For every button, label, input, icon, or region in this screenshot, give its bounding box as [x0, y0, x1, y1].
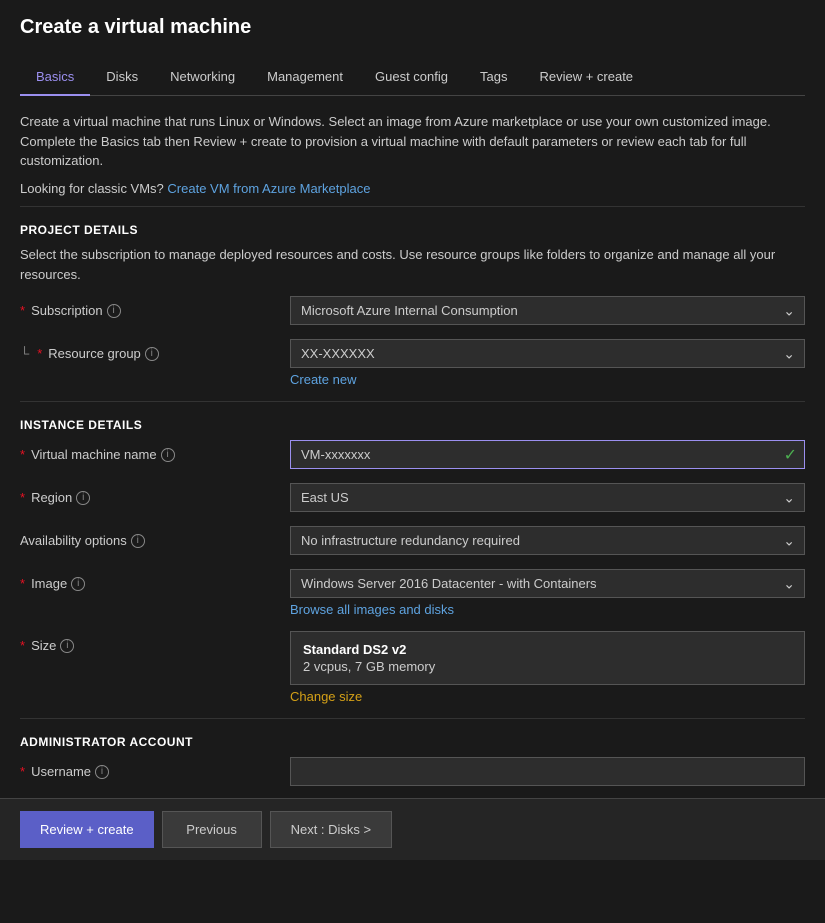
image-select[interactable]: Windows Server 2016 Datacenter - with Co… [290, 569, 805, 598]
vm-name-row: * Virtual machine name i ✓ [20, 440, 805, 469]
create-new-resource-group-link[interactable]: Create new [290, 372, 356, 387]
subscription-select[interactable]: Microsoft Azure Internal Consumption [290, 296, 805, 325]
resource-group-select[interactable]: XX-XXXXXX [290, 339, 805, 368]
image-info-icon[interactable]: i [71, 577, 85, 591]
username-info-icon[interactable]: i [95, 765, 109, 779]
resource-group-label-area: └ * Resource group i [20, 339, 290, 361]
footer-bar: Review + create Previous Next : Disks > [0, 798, 825, 860]
size-info-icon[interactable]: i [60, 639, 74, 653]
vm-name-wrapper: ✓ [290, 440, 805, 469]
availability-options-control: No infrastructure redundancy required Av… [290, 526, 805, 555]
next-disks-button[interactable]: Next : Disks > [270, 811, 393, 848]
tabs-bar: Basics Disks Networking Management Guest… [20, 59, 805, 96]
username-row: * Username i [20, 757, 805, 786]
subscription-select-wrapper: Microsoft Azure Internal Consumption [290, 296, 805, 325]
vm-name-info-icon[interactable]: i [161, 448, 175, 462]
size-details: 2 vcpus, 7 GB memory [303, 659, 792, 674]
image-select-wrapper: Windows Server 2016 Datacenter - with Co… [290, 569, 805, 598]
tab-networking[interactable]: Networking [154, 59, 251, 96]
browse-images-link[interactable]: Browse all images and disks [290, 602, 805, 617]
username-input[interactable] [290, 757, 805, 786]
project-details-header: PROJECT DETAILS [20, 223, 805, 237]
tab-guest-config[interactable]: Guest config [359, 59, 464, 96]
size-row: * Size i Standard DS2 v2 2 vcpus, 7 GB m… [20, 631, 805, 704]
project-details-desc: Select the subscription to manage deploy… [20, 245, 805, 284]
change-size-link[interactable]: Change size [290, 689, 362, 704]
size-info-box: Standard DS2 v2 2 vcpus, 7 GB memory [290, 631, 805, 685]
subscription-info-icon[interactable]: i [107, 304, 121, 318]
resource-group-control: XX-XXXXXX Create new [290, 339, 805, 387]
resource-group-select-wrapper: XX-XXXXXX [290, 339, 805, 368]
tab-management[interactable]: Management [251, 59, 359, 96]
size-label: * Size i [20, 631, 290, 653]
size-control: Standard DS2 v2 2 vcpus, 7 GB memory Cha… [290, 631, 805, 704]
availability-options-select-wrapper: No infrastructure redundancy required Av… [290, 526, 805, 555]
region-info-icon[interactable]: i [76, 491, 90, 505]
availability-options-row: Availability options i No infrastructure… [20, 526, 805, 555]
image-control: Windows Server 2016 Datacenter - with Co… [290, 569, 805, 617]
region-row: * Region i East US East US 2 West US Wes… [20, 483, 805, 512]
vm-name-input[interactable] [290, 440, 805, 469]
username-label: * Username i [20, 757, 290, 779]
admin-account-header: ADMINISTRATOR ACCOUNT [20, 735, 805, 749]
region-label: * Region i [20, 483, 290, 505]
resource-group-info-icon[interactable]: i [145, 347, 159, 361]
page-title: Create a virtual machine [20, 16, 805, 39]
subscription-row: * Subscription i Microsoft Azure Interna… [20, 296, 805, 325]
subscription-control: Microsoft Azure Internal Consumption [290, 296, 805, 325]
tab-tags[interactable]: Tags [464, 59, 523, 96]
region-select[interactable]: East US East US 2 West US West Europe [290, 483, 805, 512]
description-text: Create a virtual machine that runs Linux… [20, 112, 805, 171]
availability-options-select[interactable]: No infrastructure redundancy required Av… [290, 526, 805, 555]
image-row: * Image i Windows Server 2016 Datacenter… [20, 569, 805, 617]
image-label: * Image i [20, 569, 290, 591]
classic-vms-text: Looking for classic VMs? Create VM from … [20, 179, 805, 199]
subscription-label: * Subscription i [20, 296, 290, 318]
vm-name-valid-icon: ✓ [784, 445, 797, 465]
previous-button[interactable]: Previous [162, 811, 262, 848]
username-control [290, 757, 805, 786]
instance-details-header: INSTANCE DETAILS [20, 418, 805, 432]
vm-name-label: * Virtual machine name i [20, 440, 290, 462]
size-name: Standard DS2 v2 [303, 642, 792, 657]
create-vm-marketplace-link[interactable]: Create VM from Azure Marketplace [167, 181, 370, 196]
tab-review-create[interactable]: Review + create [523, 59, 649, 96]
tab-basics[interactable]: Basics [20, 59, 90, 96]
tab-disks[interactable]: Disks [90, 59, 154, 96]
review-create-button[interactable]: Review + create [20, 811, 154, 848]
availability-options-info-icon[interactable]: i [131, 534, 145, 548]
region-control: East US East US 2 West US West Europe [290, 483, 805, 512]
region-select-wrapper: East US East US 2 West US West Europe [290, 483, 805, 512]
resource-group-row: └ * Resource group i XX-XXXXXX Create ne… [20, 339, 805, 387]
availability-options-label: Availability options i [20, 526, 290, 548]
vm-name-control: ✓ [290, 440, 805, 469]
